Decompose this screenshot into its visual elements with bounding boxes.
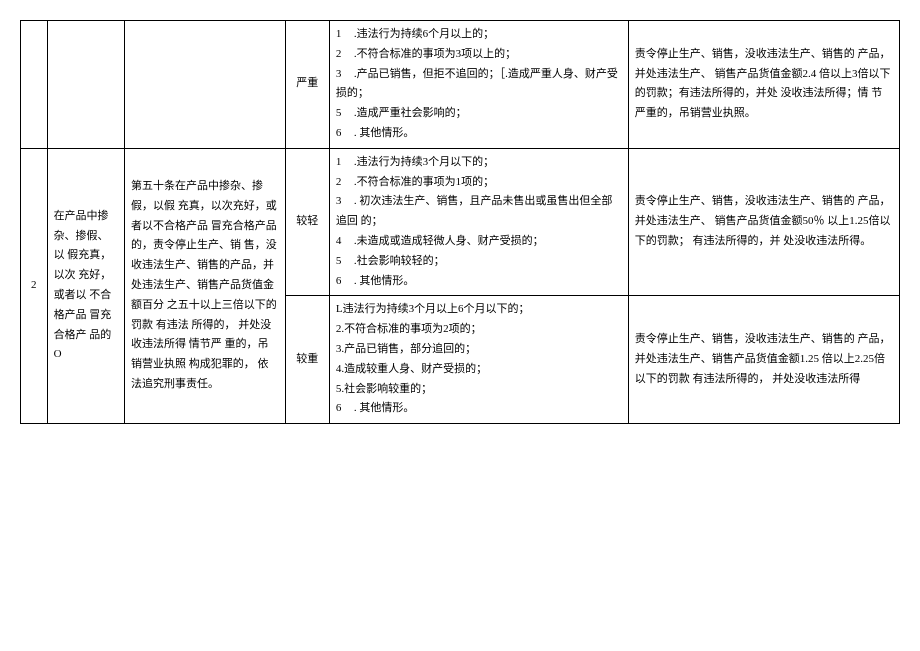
penalty-table: 严重 1.违法行为持续6个月以上的； 2.不符合标准的事项为3项以上的； 3.产… [20, 20, 900, 424]
cell-severity: 较轻 [285, 148, 329, 296]
cell-basis [125, 21, 286, 149]
cell-penalty: 责令停止生产、销售，没收违法生产、销售的 产品，并处违法生产、 销售产品货值金额… [628, 21, 899, 149]
cell-circumstances: L违法行为持续3个月以上6个月以下的； 2.不符合标准的事项为2项的； 3.产品… [329, 296, 628, 424]
cell-violation [47, 21, 124, 149]
cell-penalty: 责令停止生产、销售，没收违法生产、销售的 产品，并处违法生产、 销售产品货值金额… [628, 148, 899, 296]
cell-severity: 严重 [285, 21, 329, 149]
cell-penalty: 责令停止生产、销售，没收违法生产、销售的 产品，并处违法生产、销售产品货值金额1… [628, 296, 899, 424]
cell-severity: 较重 [285, 296, 329, 424]
table-row: 严重 1.违法行为持续6个月以上的； 2.不符合标准的事项为3项以上的； 3.产… [21, 21, 900, 149]
cell-basis: 第五十条在产品中掺杂、掺假，以假 充真，以次充好，或者以不合格产品 冒充合格产品… [125, 148, 286, 423]
cell-circumstances: 1.违法行为持续6个月以上的； 2.不符合标准的事项为3项以上的； 3.产品已销… [329, 21, 628, 149]
cell-num [21, 21, 48, 149]
cell-circumstances: 1.违法行为持续3个月以下的； 2.不符合标准的事项为1项的； 3. 初次违法生… [329, 148, 628, 296]
cell-violation: 在产品中掺 杂、掺假、以 假充真，以次 充好，或者以 不合格产品 冒充合格产 品… [47, 148, 124, 423]
cell-num: 2 [21, 148, 48, 423]
table-row: 2 在产品中掺 杂、掺假、以 假充真，以次 充好，或者以 不合格产品 冒充合格产… [21, 148, 900, 296]
